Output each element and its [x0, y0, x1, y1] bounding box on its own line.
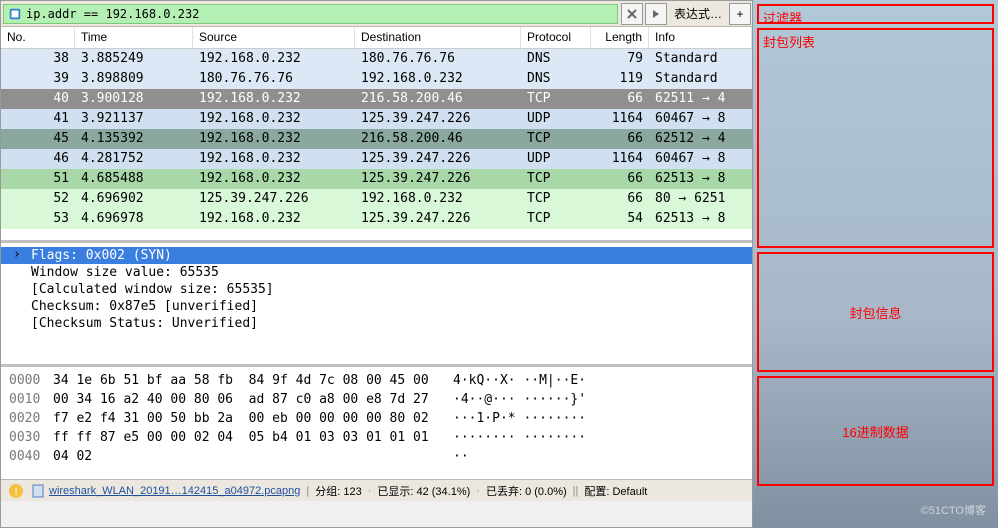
col-header-info[interactable]: Info	[649, 27, 752, 48]
add-filter-button[interactable]: +	[729, 3, 751, 25]
table-row[interactable]: 514.685488192.168.0.232125.39.247.226TCP…	[1, 169, 752, 189]
table-row[interactable]: 403.900128192.168.0.232216.58.200.46TCP6…	[1, 89, 752, 109]
svg-text:!: !	[14, 486, 17, 498]
annotation-hex-data: 16进制数据	[757, 376, 994, 486]
status-displayed: 已显示: 42 (34.1%)	[377, 483, 470, 499]
table-row[interactable]: 393.898809180.76.76.76192.168.0.232DNS11…	[1, 69, 752, 89]
col-header-time[interactable]: Time	[75, 27, 193, 48]
table-row[interactable]: 534.696978192.168.0.232125.39.247.226TCP…	[1, 209, 752, 229]
hex-row[interactable]: 001000 34 16 a2 40 00 80 06 ad 87 c0 a8 …	[9, 390, 744, 409]
table-row[interactable]: 454.135392192.168.0.232216.58.200.46TCP6…	[1, 129, 752, 149]
hex-row[interactable]: 004004 02 ··	[9, 447, 744, 466]
status-dropped: 已丢弃: 0 (0.0%)	[486, 483, 567, 499]
capture-file-icon	[30, 483, 46, 499]
expression-button[interactable]: 表达式…	[668, 5, 728, 22]
annotation-packet-info: 封包信息	[757, 252, 994, 372]
packet-table-body[interactable]: 383.885249192.168.0.232180.76.76.76DNS79…	[1, 49, 752, 243]
detail-line[interactable]: [Checksum Status: Unverified]	[1, 315, 752, 332]
filter-icon	[8, 7, 22, 21]
main-panel: ip.addr == 192.168.0.232 表达式… + No. Time…	[0, 0, 753, 528]
packet-details-pane[interactable]: › Flags: 0x002 (SYN)Window size value: 6…	[1, 243, 752, 367]
chevron-right-icon	[651, 9, 661, 19]
status-filename: wireshark_WLAN_20191…142415_a04972.pcapn…	[49, 485, 300, 497]
packet-list-pane: No. Time Source Destination Protocol Len…	[1, 27, 752, 243]
annotation-filter: 过滤器	[757, 4, 994, 24]
col-header-destination[interactable]: Destination	[355, 27, 521, 48]
hex-row[interactable]: 0020f7 e2 f4 31 00 50 bb 2a 00 eb 00 00 …	[9, 409, 744, 428]
col-header-protocol[interactable]: Protocol	[521, 27, 591, 48]
filter-bar: ip.addr == 192.168.0.232 表达式… +	[1, 1, 752, 27]
filter-text: ip.addr == 192.168.0.232	[26, 7, 199, 21]
packet-table-header: No. Time Source Destination Protocol Len…	[1, 27, 752, 49]
detail-line[interactable]: [Calculated window size: 65535]	[1, 281, 752, 298]
warning-icon: !	[8, 483, 24, 499]
detail-line[interactable]: Checksum: 0x87e5 [unverified]	[1, 298, 752, 315]
watermark: ©51CTO博客	[921, 502, 986, 518]
annotation-packet-list: 封包列表	[757, 28, 994, 248]
expand-toggle-icon[interactable]: ›	[13, 247, 21, 262]
hex-row[interactable]: 0030ff ff 87 e5 00 00 02 04 05 b4 01 03 …	[9, 428, 744, 447]
col-header-length[interactable]: Length	[591, 27, 649, 48]
table-row[interactable]: 524.696902125.39.247.226192.168.0.232TCP…	[1, 189, 752, 209]
apply-filter-button[interactable]	[645, 3, 667, 25]
status-packets: 分组: 123	[315, 483, 361, 499]
table-row[interactable]: 383.885249192.168.0.232180.76.76.76DNS79…	[1, 49, 752, 69]
detail-line[interactable]: Window size value: 65535	[1, 264, 752, 281]
detail-line[interactable]: Flags: 0x002 (SYN)	[1, 247, 752, 264]
close-icon	[626, 8, 638, 20]
packet-bytes-pane[interactable]: 000034 1e 6b 51 bf aa 58 fb 84 9f 4d 7c …	[1, 367, 752, 479]
hex-row[interactable]: 000034 1e 6b 51 bf aa 58 fb 84 9f 4d 7c …	[9, 371, 744, 390]
clear-filter-button[interactable]	[621, 3, 643, 25]
col-header-source[interactable]: Source	[193, 27, 355, 48]
table-row[interactable]: 413.921137192.168.0.232125.39.247.226UDP…	[1, 109, 752, 129]
col-header-no[interactable]: No.	[1, 27, 75, 48]
status-profile: 配置: Default	[584, 483, 647, 499]
table-row[interactable]: 464.281752192.168.0.232125.39.247.226UDP…	[1, 149, 752, 169]
status-bar: ! wireshark_WLAN_20191…142415_a04972.pca…	[1, 479, 752, 501]
annotation-sidebar: 过滤器 封包列表 封包信息 16进制数据 ©51CTO博客	[753, 0, 998, 528]
display-filter-input[interactable]: ip.addr == 192.168.0.232	[3, 4, 618, 24]
